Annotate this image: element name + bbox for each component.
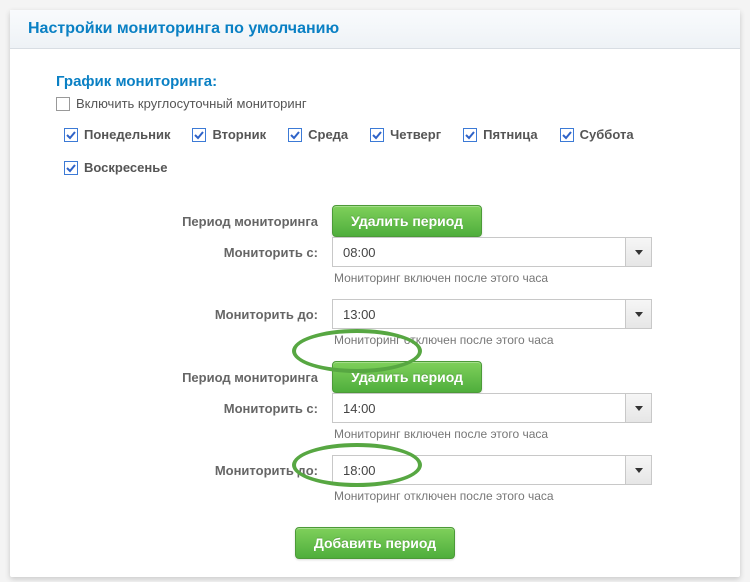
delete-period-button-1[interactable]: Удалить период bbox=[332, 361, 482, 393]
day-checkbox-6[interactable] bbox=[64, 161, 78, 175]
monitor-from-label: Мониторить с: bbox=[38, 395, 318, 422]
schedule-section-title: График мониторинга: bbox=[56, 73, 712, 90]
day-label: Понедельник bbox=[84, 127, 170, 142]
monitor-to-value: 13:00 bbox=[333, 307, 386, 322]
monitor-from-value: 14:00 bbox=[333, 401, 386, 416]
day-label: Пятница bbox=[483, 127, 538, 142]
day-label: Четверг bbox=[390, 127, 441, 142]
monitor-to-select-0[interactable]: 13:00 bbox=[332, 299, 652, 329]
day-checkbox-3[interactable] bbox=[370, 128, 384, 142]
period-label: Период мониторинга bbox=[38, 364, 318, 391]
delete-period-button-0[interactable]: Удалить период bbox=[332, 205, 482, 237]
monitor-from-hint: Мониторинг включен после этого часа bbox=[334, 427, 652, 441]
day-checkbox-1[interactable] bbox=[192, 128, 206, 142]
chevron-down-icon bbox=[625, 238, 651, 266]
chevron-down-icon bbox=[625, 300, 651, 328]
day-label: Суббота bbox=[580, 127, 634, 142]
chevron-down-icon bbox=[625, 394, 651, 422]
panel-title: Настройки мониторинга по умолчанию bbox=[28, 20, 339, 37]
day-checkbox-4[interactable] bbox=[463, 128, 477, 142]
enable-247-label: Включить круглосуточный мониторинг bbox=[76, 96, 307, 111]
monitor-to-select-1[interactable]: 18:00 bbox=[332, 455, 652, 485]
day-label: Воскресенье bbox=[84, 160, 167, 175]
monitor-from-select-0[interactable]: 08:00 bbox=[332, 237, 652, 267]
monitor-to-value: 18:00 bbox=[333, 463, 386, 478]
panel-header: Настройки мониторинга по умолчанию bbox=[10, 10, 740, 49]
day-checkbox-5[interactable] bbox=[560, 128, 574, 142]
day-checkbox-0[interactable] bbox=[64, 128, 78, 142]
day-label: Вторник bbox=[212, 127, 266, 142]
add-period-button[interactable]: Добавить период bbox=[295, 527, 455, 559]
enable-247-checkbox[interactable] bbox=[56, 97, 70, 111]
monitor-from-label: Мониторить с: bbox=[38, 239, 318, 266]
panel-body: График мониторинга: Включить круглосуточ… bbox=[10, 49, 740, 577]
monitor-to-hint: Мониторинг отключен после этого часа bbox=[334, 333, 652, 347]
monitor-from-hint: Мониторинг включен после этого часа bbox=[334, 271, 652, 285]
day-checkbox-2[interactable] bbox=[288, 128, 302, 142]
monitor-to-label: Мониторить до: bbox=[38, 457, 318, 484]
chevron-down-icon bbox=[625, 456, 651, 484]
monitor-from-select-1[interactable]: 14:00 bbox=[332, 393, 652, 423]
settings-panel: Настройки мониторинга по умолчанию Графи… bbox=[10, 10, 740, 577]
monitor-to-hint: Мониторинг отключен после этого часа bbox=[334, 489, 652, 503]
day-label: Среда bbox=[308, 127, 348, 142]
period-label: Период мониторинга bbox=[38, 208, 318, 235]
monitor-from-value: 08:00 bbox=[333, 245, 386, 260]
monitor-to-label: Мониторить до: bbox=[38, 301, 318, 328]
